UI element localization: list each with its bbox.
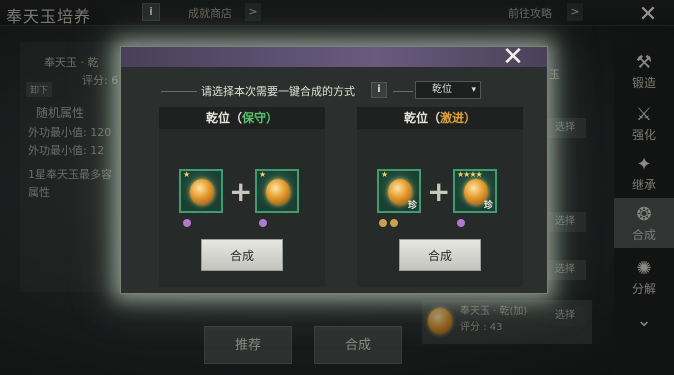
- option-title-suffix: ）: [266, 111, 279, 125]
- option-title: 乾位（保守）: [159, 107, 325, 129]
- material-slot[interactable]: ★: [255, 169, 299, 213]
- material-slot[interactable]: ★ 珍: [377, 169, 421, 213]
- combine-button-aggressive[interactable]: 合成: [399, 239, 481, 271]
- gem-icon: [266, 179, 290, 205]
- option-card-conservative: 乾位（保守） ★ + ★ 合成: [159, 107, 325, 287]
- divider: [161, 91, 197, 92]
- option-title: 乾位（激进）: [357, 107, 523, 129]
- divider: [393, 91, 413, 92]
- star-rating: ★: [381, 170, 388, 179]
- option-title-prefix: 乾位（: [403, 111, 440, 125]
- close-icon[interactable]: ✕: [493, 37, 533, 77]
- plus-icon: +: [229, 175, 253, 208]
- prompt-text: 请选择本次需要一键合成的方式: [201, 85, 355, 98]
- star-rating: ★: [183, 170, 190, 179]
- gem-icon: [190, 179, 214, 205]
- material-slot[interactable]: ★★★★ 珍: [453, 169, 497, 213]
- quality-dot: [379, 219, 387, 227]
- quality-dot: [457, 219, 465, 227]
- info-button[interactable]: i: [371, 82, 387, 98]
- combine-mode-dialog: ✕ 请选择本次需要一键合成的方式 i 乾位 ▾ 乾位（保守） ★ + ★ 合成 …: [120, 42, 548, 294]
- plus-icon: +: [427, 175, 451, 208]
- option-mode: 激进: [439, 111, 464, 125]
- option-title-suffix: ）: [464, 111, 477, 125]
- option-title-prefix: 乾位（: [205, 111, 242, 125]
- dialog-header: [121, 47, 547, 67]
- option-mode: 保守: [241, 111, 266, 125]
- option-card-aggressive: 乾位（激进） ★ 珍 + ★★★★ 珍 合成: [357, 107, 523, 287]
- material-slot[interactable]: ★: [179, 169, 223, 213]
- combine-button-conservative[interactable]: 合成: [201, 239, 283, 271]
- quality-dot: [259, 219, 267, 227]
- position-select-value: 乾位: [432, 84, 452, 95]
- position-select[interactable]: 乾位 ▾: [415, 81, 481, 99]
- star-rating: ★: [259, 170, 266, 179]
- quality-dot: [183, 219, 191, 227]
- star-rating: ★★★★: [457, 170, 483, 179]
- rarity-tag: 珍: [483, 201, 493, 211]
- rarity-tag: 珍: [407, 201, 417, 211]
- chevron-down-icon: ▾: [471, 85, 476, 95]
- quality-dot: [390, 219, 398, 227]
